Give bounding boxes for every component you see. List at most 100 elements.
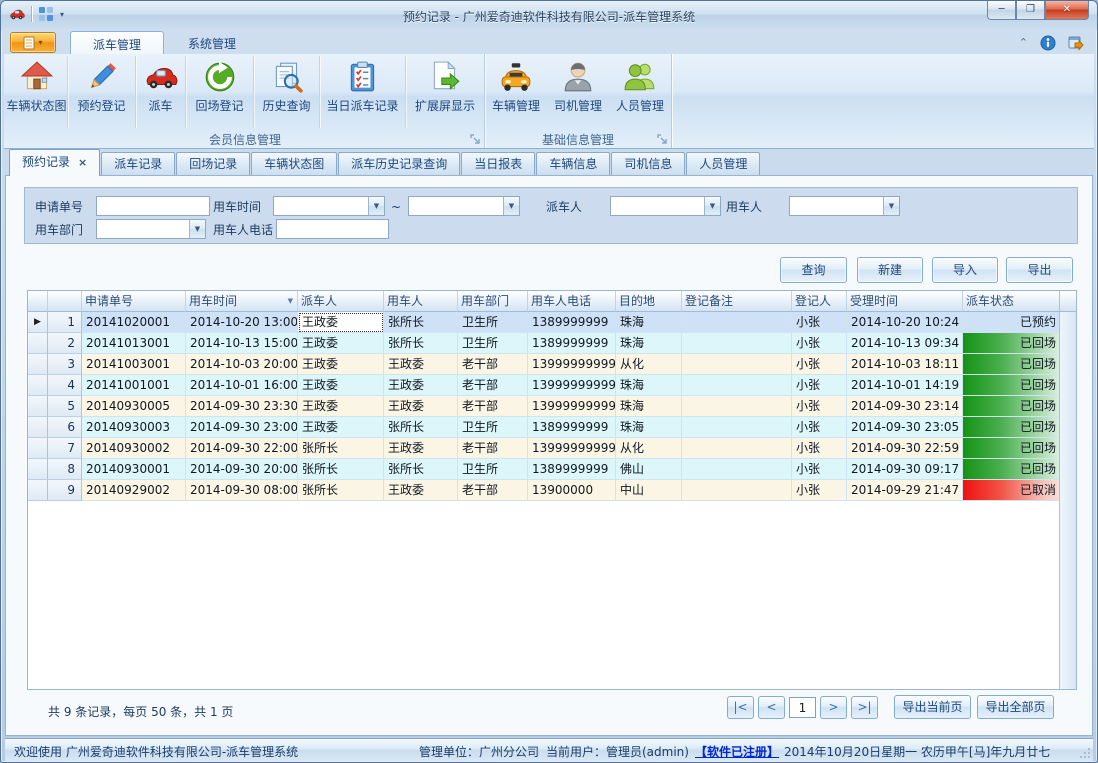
cell-department[interactable]: 老干部 xyxy=(458,480,528,501)
pager-page-input[interactable] xyxy=(789,697,816,718)
cell-use_time[interactable]: 2014-09-30 23:30 xyxy=(186,396,298,417)
column-header-用车人电话[interactable]: 用车人电话 xyxy=(528,291,616,312)
table-row[interactable]: 4201410010012014-10-01 16:00王政委王政委老干部139… xyxy=(28,375,1076,396)
cell-destination[interactable]: 珠海 xyxy=(616,417,682,438)
cell-request_no[interactable]: 20140930005 xyxy=(82,396,186,417)
table-row[interactable]: 8201409300012014-09-30 20:00张所长张所长卫生所138… xyxy=(28,459,1076,480)
request-no-input[interactable] xyxy=(96,196,210,216)
cell-use_time[interactable]: 2014-10-20 13:00 xyxy=(186,312,298,333)
cell-user[interactable]: 张所长 xyxy=(384,417,458,438)
cell-registrar[interactable]: 小张 xyxy=(792,333,847,354)
restore-button[interactable]: ❐ xyxy=(1016,1,1045,20)
table-row[interactable]: ▶1201410200012014-10-20 13:00王政委张所长卫生所13… xyxy=(28,312,1076,333)
chevron-down-icon[interactable]: ▼ xyxy=(704,197,720,215)
ribbon-button-司机管理[interactable]: 司机管理 xyxy=(547,56,609,128)
row-indicator[interactable] xyxy=(28,480,48,501)
ribbon-button-当日派车记录[interactable]: 当日派车记录 xyxy=(320,56,406,128)
cell-destination[interactable]: 珠海 xyxy=(616,333,682,354)
doc-tab-派车历史记录查询[interactable]: 派车历史记录查询 xyxy=(338,152,460,176)
cell-user[interactable]: 王政委 xyxy=(384,354,458,375)
close-button[interactable]: ✕ xyxy=(1045,1,1089,20)
cell-department[interactable]: 老干部 xyxy=(458,438,528,459)
column-header-登记备注[interactable]: 登记备注 xyxy=(682,291,792,312)
doc-tab-当日报表[interactable]: 当日报表 xyxy=(461,152,535,176)
column-header-目的地[interactable]: 目的地 xyxy=(616,291,682,312)
cell-registrar[interactable]: 小张 xyxy=(792,375,847,396)
doc-tab-派车记录[interactable]: 派车记录 xyxy=(101,152,175,176)
department-combo[interactable]: ▼ xyxy=(96,219,206,239)
row-indicator[interactable] xyxy=(28,417,48,438)
use-time-from-combo[interactable]: ▼ xyxy=(273,196,385,216)
cell-user[interactable]: 王政委 xyxy=(384,438,458,459)
doc-tab-车辆状态图[interactable]: 车辆状态图 xyxy=(251,152,337,176)
export-all-pages-button[interactable]: 导出全部页 xyxy=(977,695,1054,719)
row-number[interactable]: 9 xyxy=(48,480,82,501)
table-row[interactable]: 7201409300022014-09-30 22:00张所长王政委老干部139… xyxy=(28,438,1076,459)
pager-last-button[interactable]: >| xyxy=(851,696,878,719)
cell-registrar[interactable]: 小张 xyxy=(792,459,847,480)
status-badge[interactable]: 已回场 xyxy=(963,417,1061,438)
row-indicator[interactable] xyxy=(28,438,48,459)
cell-destination[interactable]: 珠海 xyxy=(616,375,682,396)
cell-remark[interactable] xyxy=(682,438,792,459)
doc-tab-车辆信息[interactable]: 车辆信息 xyxy=(536,152,610,176)
row-indicator[interactable] xyxy=(28,354,48,375)
pager-first-button[interactable]: |< xyxy=(727,696,754,719)
dialog-launcher-icon[interactable] xyxy=(656,133,668,145)
cell-department[interactable]: 老干部 xyxy=(458,396,528,417)
dispatcher-combo[interactable]: ▼ xyxy=(610,196,721,216)
cell-department[interactable]: 卫生所 xyxy=(458,333,528,354)
cell-accept_time[interactable]: 2014-10-20 10:24 xyxy=(847,312,963,333)
cell-request_no[interactable]: 20141001001 xyxy=(82,375,186,396)
cell-registrar[interactable]: 小张 xyxy=(792,480,847,501)
cell-user[interactable]: 王政委 xyxy=(384,375,458,396)
cell-registrar[interactable]: 小张 xyxy=(792,354,847,375)
cell-use_time[interactable]: 2014-09-30 23:00 xyxy=(186,417,298,438)
row-indicator-arrow[interactable]: ▶ xyxy=(28,312,48,333)
cell-dispatcher[interactable]: 张所长 xyxy=(298,438,384,459)
cell-user_phone[interactable]: 1389999999 xyxy=(528,417,616,438)
cell-use_time[interactable]: 2014-09-30 22:00 xyxy=(186,438,298,459)
table-row[interactable]: 2201410130012014-10-13 15:00王政委张所长卫生所138… xyxy=(28,333,1076,354)
cell-accept_time[interactable]: 2014-09-30 09:17 xyxy=(847,459,963,480)
cell-use_time[interactable]: 2014-09-30 08:00 xyxy=(186,480,298,501)
dialog-launcher-icon[interactable] xyxy=(469,133,481,145)
cell-department[interactable]: 卫生所 xyxy=(458,312,528,333)
ribbon-tab-系统管理[interactable]: 系统管理 xyxy=(166,31,258,54)
table-row[interactable]: 5201409300052014-09-30 23:30王政委王政委老干部139… xyxy=(28,396,1076,417)
status-badge[interactable]: 已回场 xyxy=(963,459,1061,480)
cell-department[interactable]: 老干部 xyxy=(458,375,528,396)
column-header-派车状态[interactable]: 派车状态 xyxy=(963,291,1061,312)
cell-dispatcher[interactable]: 王政委 xyxy=(298,417,384,438)
cell-remark[interactable] xyxy=(682,396,792,417)
doc-tab-预约记录[interactable]: 预约记录× xyxy=(9,149,100,176)
cell-accept_time[interactable]: 2014-10-13 09:34 xyxy=(847,333,963,354)
row-number[interactable]: 7 xyxy=(48,438,82,459)
cell-use_time[interactable]: 2014-10-03 20:00 xyxy=(186,354,298,375)
filter-arrow-icon[interactable]: ▼ xyxy=(288,291,293,311)
cell-accept_time[interactable]: 2014-09-30 23:14 xyxy=(847,396,963,417)
cell-registrar[interactable]: 小张 xyxy=(792,417,847,438)
cell-dispatcher[interactable]: 王政委 xyxy=(298,396,384,417)
resize-grip[interactable] xyxy=(1079,747,1091,759)
cell-destination[interactable]: 佛山 xyxy=(616,459,682,480)
cell-department[interactable]: 卫生所 xyxy=(458,417,528,438)
column-header-登记人[interactable]: 登记人 xyxy=(792,291,847,312)
cell-destination[interactable]: 珠海 xyxy=(616,312,682,333)
table-row[interactable]: 3201410030012014-10-03 20:00王政委王政委老干部139… xyxy=(28,354,1076,375)
column-header-派车人[interactable]: 派车人 xyxy=(298,291,384,312)
cell-accept_time[interactable]: 2014-10-01 14:19 xyxy=(847,375,963,396)
cell-request_no[interactable]: 20140930003 xyxy=(82,417,186,438)
doc-tab-回场记录[interactable]: 回场记录 xyxy=(176,152,250,176)
user-phone-input[interactable] xyxy=(276,219,389,239)
chevron-down-icon[interactable]: ▼ xyxy=(189,220,205,238)
chevron-down-icon[interactable]: ▼ xyxy=(368,197,384,215)
cell-destination[interactable]: 从化 xyxy=(616,354,682,375)
row-number[interactable]: 1 xyxy=(48,312,82,333)
doc-tab-人员管理[interactable]: 人员管理 xyxy=(686,152,760,176)
cell-user_phone[interactable]: 13999999999 xyxy=(528,354,616,375)
export-current-page-button[interactable]: 导出当前页 xyxy=(894,695,971,719)
row-indicator[interactable] xyxy=(28,375,48,396)
info-icon[interactable] xyxy=(1040,35,1056,51)
cell-registrar[interactable]: 小张 xyxy=(792,438,847,459)
